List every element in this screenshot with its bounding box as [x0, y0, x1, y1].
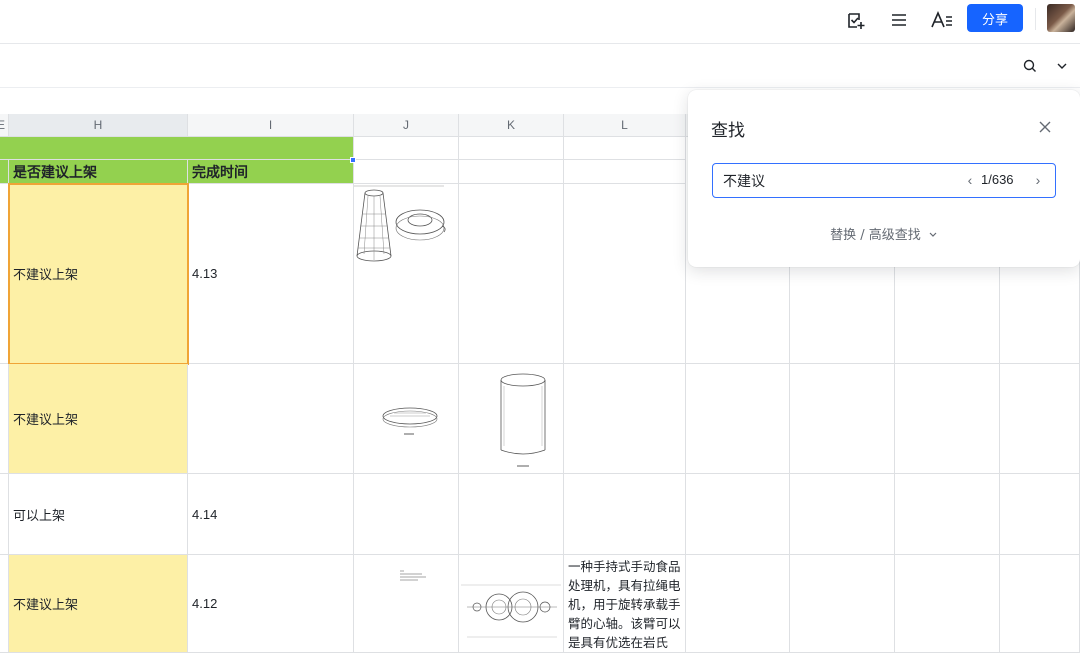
grid-cell[interactable] — [895, 364, 1000, 474]
table-cell-h[interactable]: 不建议上架 — [9, 364, 188, 474]
find-input[interactable] — [723, 170, 953, 192]
column-header-j[interactable]: J — [354, 114, 459, 137]
drawing-text-sheet-icon — [400, 570, 426, 581]
image-cell-k[interactable] — [459, 364, 564, 474]
chevron-down-icon[interactable] — [1048, 52, 1076, 80]
grid-cell[interactable] — [686, 474, 790, 555]
close-icon[interactable] — [1034, 116, 1056, 138]
grid-cell[interactable] — [0, 364, 9, 474]
grid-cell[interactable] — [686, 364, 790, 474]
grid-cell[interactable] — [1000, 474, 1080, 555]
grid-cell[interactable] — [790, 555, 895, 653]
grid-cell[interactable] — [564, 137, 686, 160]
match-counter: 1/636 — [981, 172, 1014, 187]
grid-cell[interactable] — [1000, 555, 1080, 653]
grid-cell[interactable] — [686, 555, 790, 653]
grid-cell[interactable] — [0, 474, 9, 555]
header-cell-i[interactable]: 完成时间 — [188, 160, 354, 184]
drawing-container-icon — [500, 373, 546, 467]
grid-cell[interactable] — [459, 160, 564, 184]
grid-cell[interactable] — [354, 474, 459, 555]
table-cell-i[interactable]: 4.13 — [188, 184, 354, 364]
menu-icon[interactable] — [885, 6, 913, 34]
find-panel: 查找 ‹ 1/636 › 替换 / 高级查找 — [688, 90, 1080, 267]
find-input-box[interactable]: ‹ 1/636 › — [712, 163, 1056, 198]
drawing-cylinder-and-lid-icon — [354, 185, 446, 262]
grid-cell[interactable] — [895, 555, 1000, 653]
grid-cell[interactable] — [790, 474, 895, 555]
grid-cell[interactable] — [459, 137, 564, 160]
advanced-find-toggle[interactable]: 替换 / 高级查找 — [688, 224, 1080, 243]
grid-cell[interactable] — [790, 364, 895, 474]
table-cell-l[interactable]: 一种手持式手动食品处理机，具有拉绳电机，用于旋转承载手臂的心轴。该臂可以是具有优… — [564, 555, 686, 653]
top-toolbar: 分享 — [0, 0, 1080, 44]
grid-cell[interactable] — [895, 474, 1000, 555]
chevron-left-icon[interactable]: ‹ — [963, 170, 977, 190]
grid-cell[interactable] — [459, 184, 564, 364]
chevron-right-icon[interactable]: › — [1031, 170, 1045, 190]
grid-cell[interactable] — [564, 160, 686, 184]
check-plus-icon[interactable] — [842, 6, 870, 34]
grid-cell[interactable] — [1000, 364, 1080, 474]
advanced-find-label: 替换 / 高级查找 — [830, 228, 921, 243]
column-header-l[interactable]: L — [564, 114, 686, 137]
image-cell-j[interactable] — [354, 555, 459, 653]
table-cell-i[interactable] — [188, 364, 354, 474]
text-format-icon[interactable] — [928, 6, 956, 34]
merged-title-cell[interactable] — [0, 137, 354, 160]
grid-cell[interactable] — [564, 184, 686, 364]
grid-cell[interactable] — [0, 184, 9, 364]
column-header-h[interactable]: H — [9, 114, 188, 137]
search-icon[interactable] — [1016, 52, 1044, 80]
grid-cell[interactable] — [354, 160, 459, 184]
grid-cell[interactable] — [0, 555, 9, 653]
table-cell-h[interactable]: 不建议上架 — [9, 184, 188, 364]
selection-fill-handle[interactable] — [350, 157, 356, 163]
column-header-k[interactable]: K — [459, 114, 564, 137]
grid-cell[interactable] — [354, 137, 459, 160]
image-cell-j[interactable] — [354, 184, 459, 364]
grid-cell[interactable] — [564, 364, 686, 474]
table-cell-i[interactable]: 4.14 — [188, 474, 354, 555]
toolbar-divider — [1035, 8, 1036, 30]
grid-cell[interactable] — [0, 160, 9, 184]
table-cell-h[interactable]: 可以上架 — [9, 474, 188, 555]
image-cell-j[interactable] — [354, 364, 459, 474]
grid-cell[interactable] — [459, 474, 564, 555]
formula-bar — [0, 44, 1080, 88]
avatar[interactable] — [1047, 4, 1075, 32]
table-cell-h[interactable]: 不建议上架 — [9, 555, 188, 653]
grid-cell[interactable] — [564, 474, 686, 555]
find-panel-title: 查找 — [711, 121, 745, 141]
chevron-down-icon — [929, 232, 937, 237]
table-cell-i[interactable]: 4.12 — [188, 555, 354, 653]
image-cell-k[interactable] — [459, 555, 564, 653]
header-cell-h[interactable]: 是否建议上架 — [9, 160, 188, 184]
column-header-i[interactable]: I — [188, 114, 354, 137]
column-header-partial[interactable]: E — [0, 114, 9, 137]
share-button[interactable]: 分享 — [967, 4, 1023, 32]
drawing-gear-assembly-icon — [461, 584, 561, 637]
drawing-tray-icon — [382, 407, 438, 435]
